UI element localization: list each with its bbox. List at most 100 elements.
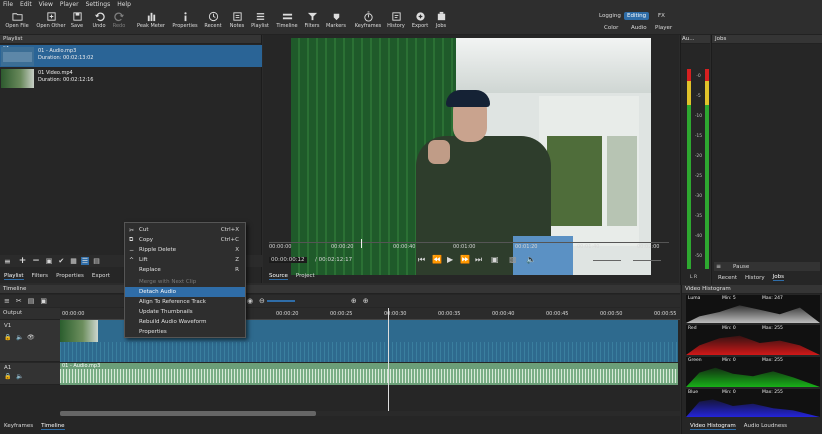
scope-max: Max: 255 xyxy=(762,326,783,331)
tab-filters[interactable]: Filters xyxy=(32,273,49,279)
menu-item-properties[interactable]: Properties xyxy=(125,327,245,337)
tab-jobs[interactable]: Jobs xyxy=(772,274,784,281)
audio-clip[interactable]: 01 - Audio.mp3 xyxy=(60,363,678,385)
check-icon[interactable]: ✔ xyxy=(58,257,64,265)
mute-icon[interactable]: 🔈 xyxy=(16,373,23,380)
zoom-icon[interactable]: ▣ xyxy=(491,255,499,264)
skip-next-icon[interactable]: ⏭ xyxy=(475,255,482,265)
redo-icon xyxy=(113,12,124,22)
timeline-scrollbar[interactable] xyxy=(60,411,680,416)
meter-tick: -40 xyxy=(694,234,703,239)
volume-icon[interactable]: 🔈 xyxy=(526,255,536,264)
playlist-button[interactable]: Playlist xyxy=(246,11,274,29)
tab-project[interactable]: Project xyxy=(296,273,315,279)
player-playhead[interactable] xyxy=(361,239,362,248)
layout-player[interactable]: Player xyxy=(652,24,675,32)
playlist-item-duration: Duration: 00:02:13:02 xyxy=(38,55,94,61)
tab-export[interactable]: Export xyxy=(92,273,110,279)
menu-item-ripple-delete[interactable]: − Ripple Delete X xyxy=(125,245,245,255)
tab-source[interactable]: Source xyxy=(269,273,288,280)
copy-icon[interactable]: ▤ xyxy=(28,297,35,305)
playlist-item[interactable]: #1 01 - Audio.mp3 Duration: 00:02:13:02 xyxy=(0,45,262,67)
menu-player[interactable]: Player xyxy=(60,1,79,8)
tab-playlist[interactable]: Playlist xyxy=(4,273,24,280)
menu-item-detach-audio[interactable]: Detach Audio xyxy=(125,287,245,297)
grid-icon[interactable]: ▩ xyxy=(509,255,517,264)
remove-icon[interactable]: − xyxy=(32,256,40,266)
layout-color[interactable]: Color xyxy=(601,24,621,32)
zoom-fit-icon[interactable]: ⊕ xyxy=(363,297,369,305)
position-timecode[interactable]: 00:00:00:12 xyxy=(269,257,307,263)
zoom-in-icon[interactable]: ⊕ xyxy=(351,297,357,305)
menu-icon[interactable]: ≡ xyxy=(4,297,10,305)
lock-icon[interactable]: 🔒 xyxy=(4,334,11,341)
video-preview[interactable] xyxy=(291,38,651,275)
open-file-button[interactable]: Open File xyxy=(2,11,32,29)
menu-item-rebuild-waveform[interactable]: Rebuild Audio Waveform xyxy=(125,317,245,327)
keyframes-button[interactable]: Keyframes xyxy=(352,11,384,29)
layout-audio[interactable]: Audio xyxy=(628,24,650,32)
timeline-playhead[interactable] xyxy=(388,308,389,411)
mute-icon[interactable]: 🔈 xyxy=(16,334,23,341)
tab-audio-loudness[interactable]: Audio Loudness xyxy=(744,423,787,429)
playlist-item[interactable]: 01 Video.mp4 Duration: 00:02:12:16 xyxy=(0,68,262,90)
menu-edit[interactable]: Edit xyxy=(20,1,32,8)
layout-logging[interactable]: Logging xyxy=(596,12,624,20)
add-icon[interactable]: + xyxy=(19,256,27,266)
rewind-icon[interactable]: ⏪ xyxy=(432,255,442,264)
zoom-slider[interactable] xyxy=(266,300,295,302)
pause-button[interactable]: Pause xyxy=(733,264,749,270)
details-view-icon[interactable]: ☰ xyxy=(80,257,90,265)
scrollbar-thumb[interactable] xyxy=(60,411,316,416)
track-name: V1 xyxy=(4,323,12,329)
menu-item-align[interactable]: Align To Reference Track xyxy=(125,297,245,307)
tab-history[interactable]: History xyxy=(745,275,765,281)
eye-icon[interactable]: 👁 xyxy=(27,334,35,341)
menu-icon[interactable]: ≡ xyxy=(716,263,721,270)
menu-settings[interactable]: Settings xyxy=(86,1,111,8)
scope-max: Max: 255 xyxy=(762,390,783,395)
grid-view-icon[interactable]: ▦ xyxy=(70,257,77,265)
layout-fx[interactable]: FX xyxy=(655,12,668,20)
play-icon[interactable]: ▶ xyxy=(447,255,453,264)
blue-histogram: Blue Min: 0 Max: 255 xyxy=(686,389,820,417)
menu-icon[interactable]: ≡ xyxy=(4,257,11,266)
zoom-out-icon[interactable]: ⊖ xyxy=(259,297,265,305)
icon-view-icon[interactable]: ▤ xyxy=(93,257,100,265)
player-ruler[interactable]: 00:00:00 00:00:20 00:00:40 00:01:00 00:0… xyxy=(269,239,669,252)
scope-max: Max: 255 xyxy=(762,358,783,363)
fast-forward-icon[interactable]: ⏩ xyxy=(460,255,470,264)
skip-previous-icon[interactable]: ⏮ xyxy=(418,255,425,265)
ripple-icon[interactable]: ◉ xyxy=(247,297,253,305)
scope-min: Min: 5 xyxy=(722,296,736,301)
menu-item-replace[interactable]: Replace R xyxy=(125,265,245,275)
menu-item-cut[interactable]: ✂ Cut Ctrl+X xyxy=(125,225,245,235)
cut-icon[interactable]: ✂ xyxy=(16,297,22,305)
tab-keyframes[interactable]: Keyframes xyxy=(4,423,33,429)
tab-properties[interactable]: Properties xyxy=(56,273,84,279)
track-header-a1[interactable]: A1 🔒 🔈 xyxy=(0,363,60,385)
jobs-button[interactable]: Jobs xyxy=(427,11,455,29)
lock-icon[interactable]: 🔒 xyxy=(4,373,11,380)
paste-icon[interactable]: ▣ xyxy=(40,297,47,305)
scope-label: Red xyxy=(688,326,697,331)
track-name: A1 xyxy=(4,365,12,371)
menu-file[interactable]: File xyxy=(3,1,13,8)
redo-button[interactable]: Redo xyxy=(106,11,132,29)
menu-help[interactable]: Help xyxy=(117,1,131,8)
layout-editing[interactable]: Editing xyxy=(624,12,650,20)
menu-item-copy[interactable]: ⧉ Copy Ctrl+C xyxy=(125,235,245,245)
markers-button[interactable]: Markers xyxy=(321,11,351,29)
tab-recent[interactable]: Recent xyxy=(718,275,737,281)
peak-meter-button[interactable]: Peak Meter xyxy=(136,11,166,29)
menu-view[interactable]: View xyxy=(39,1,53,8)
properties-label: Properties xyxy=(172,23,198,29)
tab-timeline[interactable]: Timeline xyxy=(41,423,65,430)
menu-item-update-thumbnails[interactable]: Update Thumbnails xyxy=(125,307,245,317)
properties-button[interactable]: Properties xyxy=(170,11,200,29)
tab-video-histogram[interactable]: Video Histogram xyxy=(690,423,736,430)
menu-item-lift[interactable]: ^ Lift Z xyxy=(125,255,245,265)
recent-button[interactable]: Recent xyxy=(199,11,227,29)
track-header-v1[interactable]: V1 🔒 🔈 👁 xyxy=(0,320,60,362)
update-icon[interactable]: ▣ xyxy=(46,257,53,265)
